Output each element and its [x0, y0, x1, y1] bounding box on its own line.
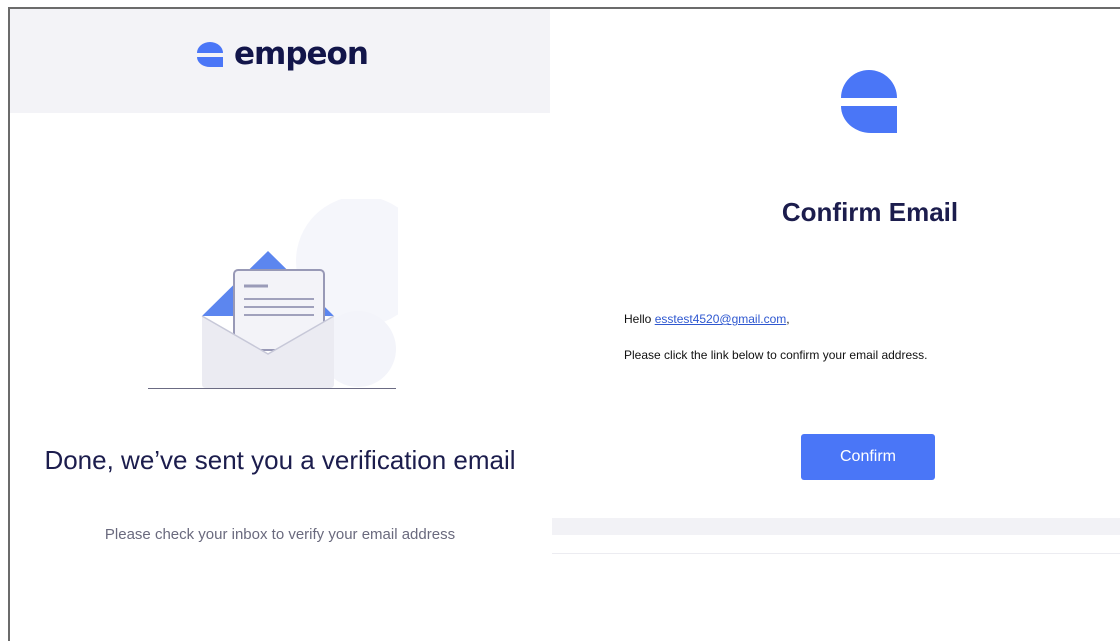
- done-subtitle: Please check your inbox to verify your e…: [104, 526, 456, 543]
- brand: empeon: [194, 36, 369, 72]
- instruction-text: Please click the link below to confirm y…: [624, 348, 928, 362]
- window-top-border: [550, 7, 1120, 9]
- confirm-button[interactable]: Confirm: [801, 434, 935, 480]
- email-link[interactable]: esstest4520@gmail.com: [655, 312, 787, 326]
- empeon-logo-large-icon: [841, 70, 897, 133]
- brand-name: empeon: [234, 36, 369, 72]
- envelope-illustration: [148, 196, 426, 390]
- empeon-logo-icon: [197, 41, 223, 67]
- confirm-email-panel: Confirm Email Hello esstest4520@gmail.co…: [550, 0, 1120, 641]
- header: empeon: [10, 9, 550, 113]
- done-title: Done, we’ve sent you a verification emai…: [44, 445, 516, 475]
- envelope-icon: [148, 196, 426, 390]
- footer-band: [552, 518, 1120, 535]
- greeting-suffix: ,: [786, 312, 790, 326]
- verification-sent-panel: empeon Done, we’ve sent you a verificati…: [8, 7, 550, 641]
- confirm-email-title: Confirm Email: [781, 197, 959, 227]
- footer-divider: [552, 553, 1120, 554]
- greeting-text: Hello: [624, 312, 655, 326]
- greeting-line: Hello esstest4520@gmail.com,: [624, 312, 790, 326]
